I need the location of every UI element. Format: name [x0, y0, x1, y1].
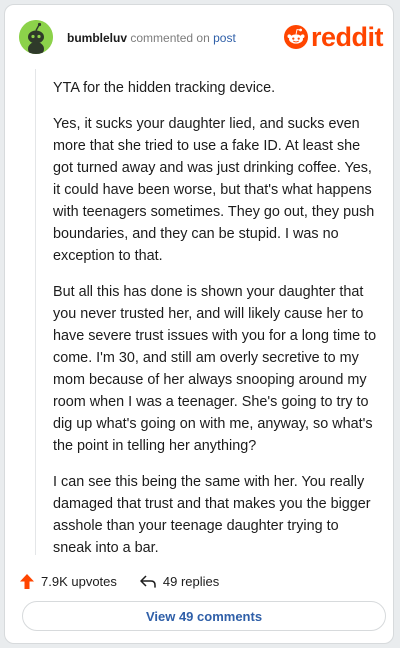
avatar-icon	[19, 20, 53, 54]
comment-header: bumbleluv commented on post reddit	[19, 20, 384, 56]
view-comments-label: View 49 comments	[145, 608, 263, 624]
upvote-button[interactable]: 7.9K upvotes	[19, 573, 117, 590]
upvote-count: 7.9K upvotes	[41, 573, 117, 589]
avatar[interactable]	[19, 20, 53, 54]
thread-line[interactable]	[35, 69, 36, 555]
reddit-wordmark: reddit	[310, 21, 384, 52]
comment-actions: 7.9K upvotes 49 replies	[19, 571, 219, 591]
comment-paragraph: Yes, it sucks your daughter lied, and su…	[53, 116, 375, 264]
comment-paragraph: YTA for the hidden tracking device.	[53, 80, 276, 96]
view-comments-button[interactable]: View 49 comments	[22, 601, 386, 631]
comment-card: bumbleluv commented on post reddit YTA f…	[4, 4, 394, 644]
comment-paragraph: But all this has done is shown your daug…	[53, 284, 377, 454]
comment-body: YTA for the hidden tracking device. Yes,…	[53, 77, 379, 573]
username[interactable]: bumbleluv	[67, 31, 127, 45]
post-link[interactable]: post	[213, 31, 236, 45]
replies-count: 49 replies	[162, 573, 220, 589]
reddit-logo: reddit	[283, 21, 384, 52]
commented-on-text: commented on	[130, 31, 210, 45]
comment-byline: bumbleluv commented on post	[67, 31, 236, 45]
reply-arrow-icon	[140, 574, 156, 588]
comment-paragraph: I can see this being the same with her. …	[53, 474, 371, 556]
reddit-logo-icon	[283, 25, 308, 49]
upvote-arrow-icon	[20, 573, 34, 589]
replies-button[interactable]: 49 replies	[139, 574, 219, 589]
